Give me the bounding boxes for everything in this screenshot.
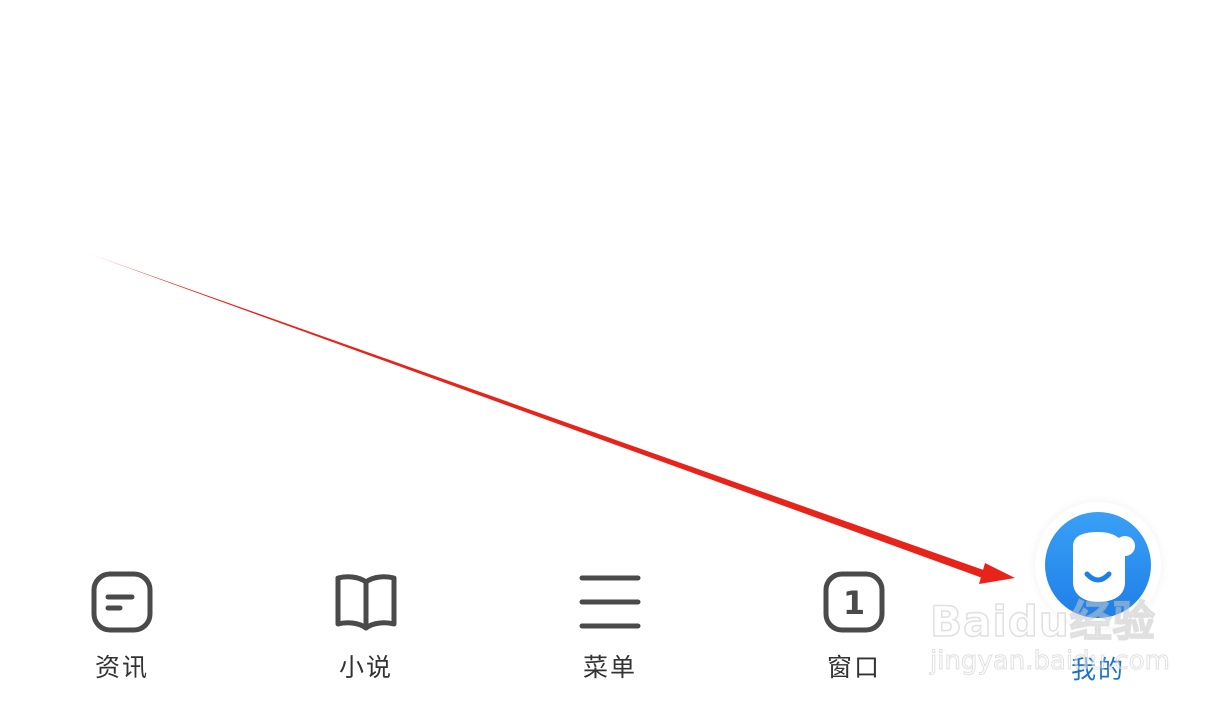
nav-item-novel[interactable]: 小说 — [286, 540, 446, 706]
window-count-badge: 1 — [843, 584, 865, 622]
nav-label-novel: 小说 — [338, 653, 393, 682]
window-count-icon: 1 — [820, 568, 888, 636]
nav-label-news: 资讯 — [94, 653, 149, 682]
book-icon — [332, 568, 400, 636]
screen: 资讯 小说 菜单 1 窗口 我的 Baidu经验 jingyan.baidu.c… — [0, 0, 1215, 706]
menu-icon — [576, 568, 644, 636]
nav-label-window: 窗口 — [826, 653, 881, 682]
watermark-url: jingyan.baidu.com — [930, 646, 1171, 677]
baidu-jingyan-watermark: Baidu经验 jingyan.baidu.com — [929, 588, 1170, 684]
nav-item-menu[interactable]: 菜单 — [530, 540, 690, 706]
nav-item-news[interactable]: 资讯 — [42, 540, 202, 706]
nav-item-window[interactable]: 1 窗口 — [774, 540, 934, 706]
watermark-logo: Baidu经验 — [929, 596, 1156, 647]
nav-label-menu: 菜单 — [582, 653, 637, 682]
news-icon — [88, 568, 156, 636]
arrow-shaft — [90, 254, 992, 580]
